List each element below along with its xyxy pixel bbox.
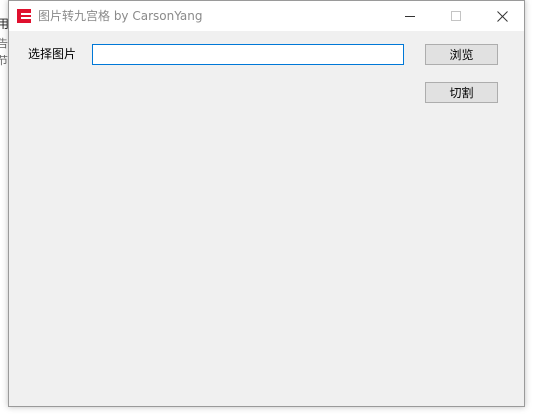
browse-button[interactable]: 浏览 [425,44,498,65]
close-button[interactable] [479,1,525,31]
cut-button[interactable]: 切割 [425,82,498,103]
select-image-label: 选择图片 [28,47,77,61]
minimize-button[interactable] [387,1,433,31]
maximize-button[interactable] [433,1,479,31]
image-path-input[interactable] [92,44,404,65]
background-text: 节 [0,54,8,67]
background-text: 告 [0,37,8,50]
window-title: 图片转九宫格 by CarsonYang [38,9,203,23]
title-bar[interactable]: 图片转九宫格 by CarsonYang [9,1,524,31]
minimize-icon [405,16,415,17]
app-logo-icon [17,9,31,23]
app-window: 图片转九宫格 by CarsonYang 选择图片 浏览 切割 [8,0,525,407]
close-icon [496,10,508,22]
maximize-icon [451,11,461,21]
